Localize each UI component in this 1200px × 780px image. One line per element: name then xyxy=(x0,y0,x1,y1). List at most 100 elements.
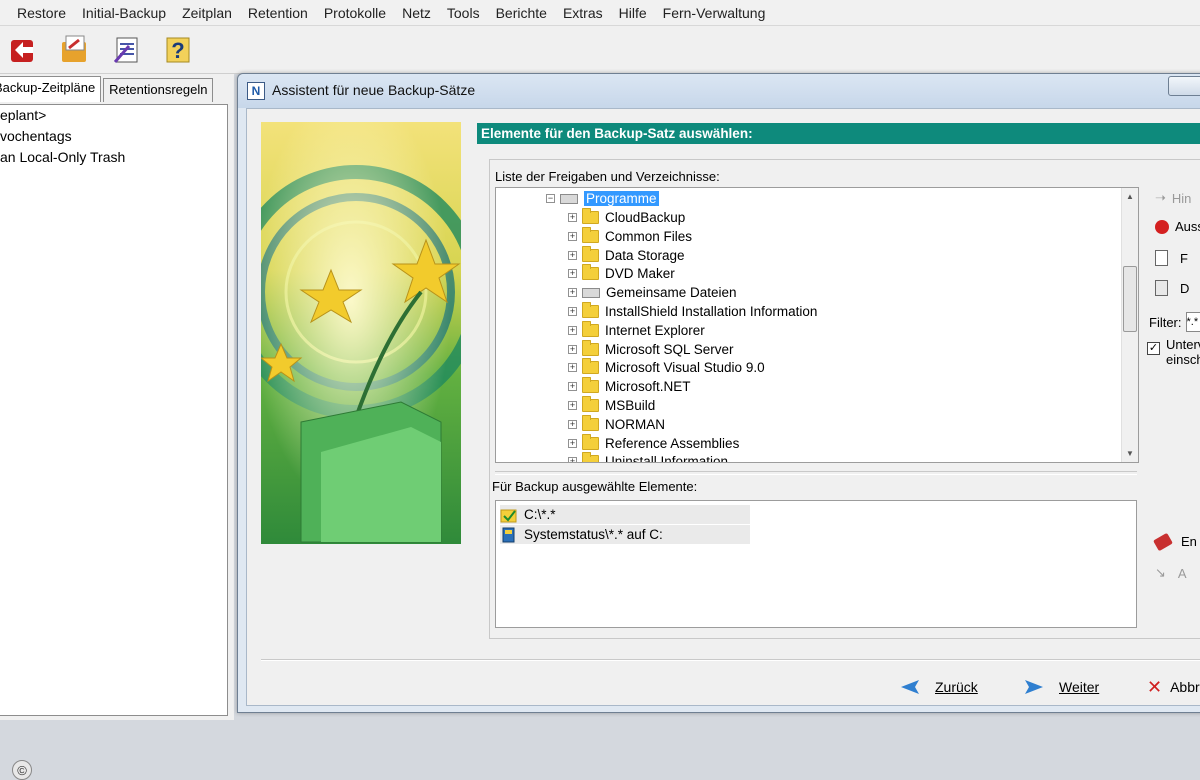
expand-icon[interactable]: + xyxy=(568,288,577,297)
tree-folder[interactable]: +Internet Explorer xyxy=(568,321,705,340)
directory-action[interactable]: D xyxy=(1155,280,1189,296)
help-icon[interactable]: ? xyxy=(160,31,198,69)
folder-icon xyxy=(582,249,599,262)
folder-icon xyxy=(582,418,599,431)
tree-folder[interactable]: +InstallShield Installation Information xyxy=(568,302,817,321)
wizard-dialog: N Assistent für neue Backup-Sätze xyxy=(237,73,1200,713)
expand-icon[interactable]: + xyxy=(568,363,577,372)
dialog-client: Elemente für den Backup-Satz auswählen: … xyxy=(246,108,1200,706)
system-state-icon xyxy=(500,527,518,543)
list-item[interactable]: an Local-Only Trash xyxy=(0,147,227,168)
expand-icon[interactable]: + xyxy=(568,232,577,241)
scroll-up-icon[interactable]: ▲ xyxy=(1126,192,1134,201)
arrow-right-icon xyxy=(1023,678,1045,696)
exclude-action[interactable]: Auss xyxy=(1155,219,1200,234)
folder-icon xyxy=(582,455,599,463)
schedule-tree[interactable]: eplant> vochentags an Local-Only Trash xyxy=(0,104,228,716)
scroll-down-icon[interactable]: ▼ xyxy=(1126,449,1134,458)
tree-folder[interactable]: +Microsoft SQL Server xyxy=(568,340,734,359)
remove-action[interactable]: En xyxy=(1155,534,1197,549)
tree-folder-label: Uninstall Information xyxy=(605,454,728,463)
tree-folder-label: DVD Maker xyxy=(605,266,675,281)
red-dot-icon xyxy=(1155,220,1169,234)
tree-folder-label: Microsoft Visual Studio 9.0 xyxy=(605,360,765,375)
all-action[interactable]: ↘ A xyxy=(1155,565,1187,581)
scroll-thumb[interactable] xyxy=(1123,266,1137,332)
tree-folder[interactable]: + Microsoft Visual Studio 9.0 xyxy=(568,358,765,377)
eraser-icon xyxy=(1153,532,1173,550)
expand-icon[interactable]: + xyxy=(568,439,577,448)
step-heading: Elemente für den Backup-Satz auswählen: xyxy=(477,123,1200,144)
menu-item-7[interactable]: Berichte xyxy=(488,5,555,21)
tree-folder[interactable]: +Microsoft.NET xyxy=(568,377,691,396)
file-action[interactable]: F xyxy=(1155,250,1188,266)
menu-item-5[interactable]: Netz xyxy=(394,5,439,21)
cancel-button[interactable]: ✕ Abbr xyxy=(1147,675,1200,699)
tree-folder[interactable]: +MSBuild xyxy=(568,396,655,415)
tab-backup-zeitplaene[interactable]: Backup-Zeitpläne xyxy=(0,76,101,102)
expand-icon[interactable]: + xyxy=(568,213,577,222)
expand-icon[interactable]: + xyxy=(568,401,577,410)
menu-bar: RestoreInitial-BackupZeitplanRetentionPr… xyxy=(0,0,1200,26)
expand-icon[interactable]: + xyxy=(568,326,577,335)
folder-icon xyxy=(582,380,599,393)
subdirs-option[interactable]: ✓ Unterv einsch xyxy=(1147,337,1200,367)
menu-item-1[interactable]: Initial-Backup xyxy=(74,5,174,21)
menu-item-8[interactable]: Extras xyxy=(555,5,611,21)
wizard-artwork xyxy=(261,122,461,544)
tree-root[interactable]: − Programme xyxy=(546,189,659,208)
expand-icon[interactable]: + xyxy=(568,307,577,316)
tree-folder-label: Data Storage xyxy=(605,248,685,263)
arrow-right-icon: ➝ xyxy=(1155,190,1166,206)
next-button[interactable]: Weiter xyxy=(1023,675,1099,699)
tree-folder[interactable]: +Common Files xyxy=(568,227,692,246)
arrow-icon: ↘ xyxy=(1155,565,1166,581)
list-item[interactable]: C:\*.* xyxy=(500,505,750,524)
tree-folder[interactable]: +Gemeinsame Dateien xyxy=(568,283,737,302)
tree-folder[interactable]: +Reference Assemblies xyxy=(568,434,739,453)
tree-folder[interactable]: + CloudBackup xyxy=(568,208,685,227)
collapse-icon[interactable]: − xyxy=(546,194,555,203)
tree-folder[interactable]: + Data Storage xyxy=(568,246,685,265)
expand-icon[interactable]: + xyxy=(568,382,577,391)
directory-tree[interactable]: − Programme +CloudBackup+Common Files+Da… xyxy=(495,187,1139,463)
list-item[interactable]: Systemstatus\*.* auf C: xyxy=(500,525,750,544)
folder-icon xyxy=(582,343,599,356)
menu-item-2[interactable]: Zeitplan xyxy=(174,5,240,21)
backup-icon[interactable] xyxy=(56,31,94,69)
splitter[interactable] xyxy=(495,471,1137,475)
restore-icon[interactable] xyxy=(4,31,42,69)
add-action[interactable]: ➝ Hin xyxy=(1155,190,1191,206)
expand-icon[interactable]: + xyxy=(568,251,577,260)
dialog-title: Assistent für neue Backup-Sätze xyxy=(272,82,475,98)
back-button[interactable]: Zurück xyxy=(899,675,978,699)
expand-icon[interactable]: + xyxy=(568,269,577,278)
expand-icon[interactable]: + xyxy=(568,345,577,354)
menu-item-3[interactable]: Retention xyxy=(240,5,316,21)
menu-item-9[interactable]: Hilfe xyxy=(611,5,655,21)
tree-scrollbar[interactable]: ▲ ▼ xyxy=(1121,188,1138,462)
share-list-label: Liste der Freigaben und Verzeichnisse: xyxy=(495,169,720,184)
list-item[interactable]: vochentags xyxy=(0,126,227,147)
tree-folder[interactable]: + Uninstall Information xyxy=(568,452,728,463)
tab-retentionsregeln[interactable]: Retentionsregeln xyxy=(103,78,213,102)
menu-item-0[interactable]: Restore xyxy=(0,5,74,21)
tree-folder-label: CloudBackup xyxy=(605,210,685,225)
menu-item-6[interactable]: Tools xyxy=(439,5,488,21)
menu-item-4[interactable]: Protokolle xyxy=(316,5,394,21)
add-label: Hin xyxy=(1172,191,1192,206)
close-button[interactable] xyxy=(1168,76,1200,96)
menu-item-10[interactable]: Fern-Verwaltung xyxy=(655,5,774,21)
drive-icon xyxy=(560,194,578,204)
list-item[interactable]: eplant> xyxy=(0,105,227,126)
expand-icon[interactable]: + xyxy=(568,420,577,429)
subdirs-checkbox[interactable]: ✓ xyxy=(1147,342,1160,355)
filter-input[interactable] xyxy=(1186,312,1200,332)
wizard-icon[interactable] xyxy=(108,31,146,69)
selected-item-label: Systemstatus\*.* auf C: xyxy=(524,527,663,542)
all-label: A xyxy=(1178,566,1187,581)
selected-items-list[interactable]: C:\*.* Systemstatus\*.* auf C: xyxy=(495,500,1137,628)
tree-folder[interactable]: +NORMAN xyxy=(568,415,665,434)
tree-folder[interactable]: + DVD Maker xyxy=(568,264,675,283)
expand-icon[interactable]: + xyxy=(568,457,577,463)
